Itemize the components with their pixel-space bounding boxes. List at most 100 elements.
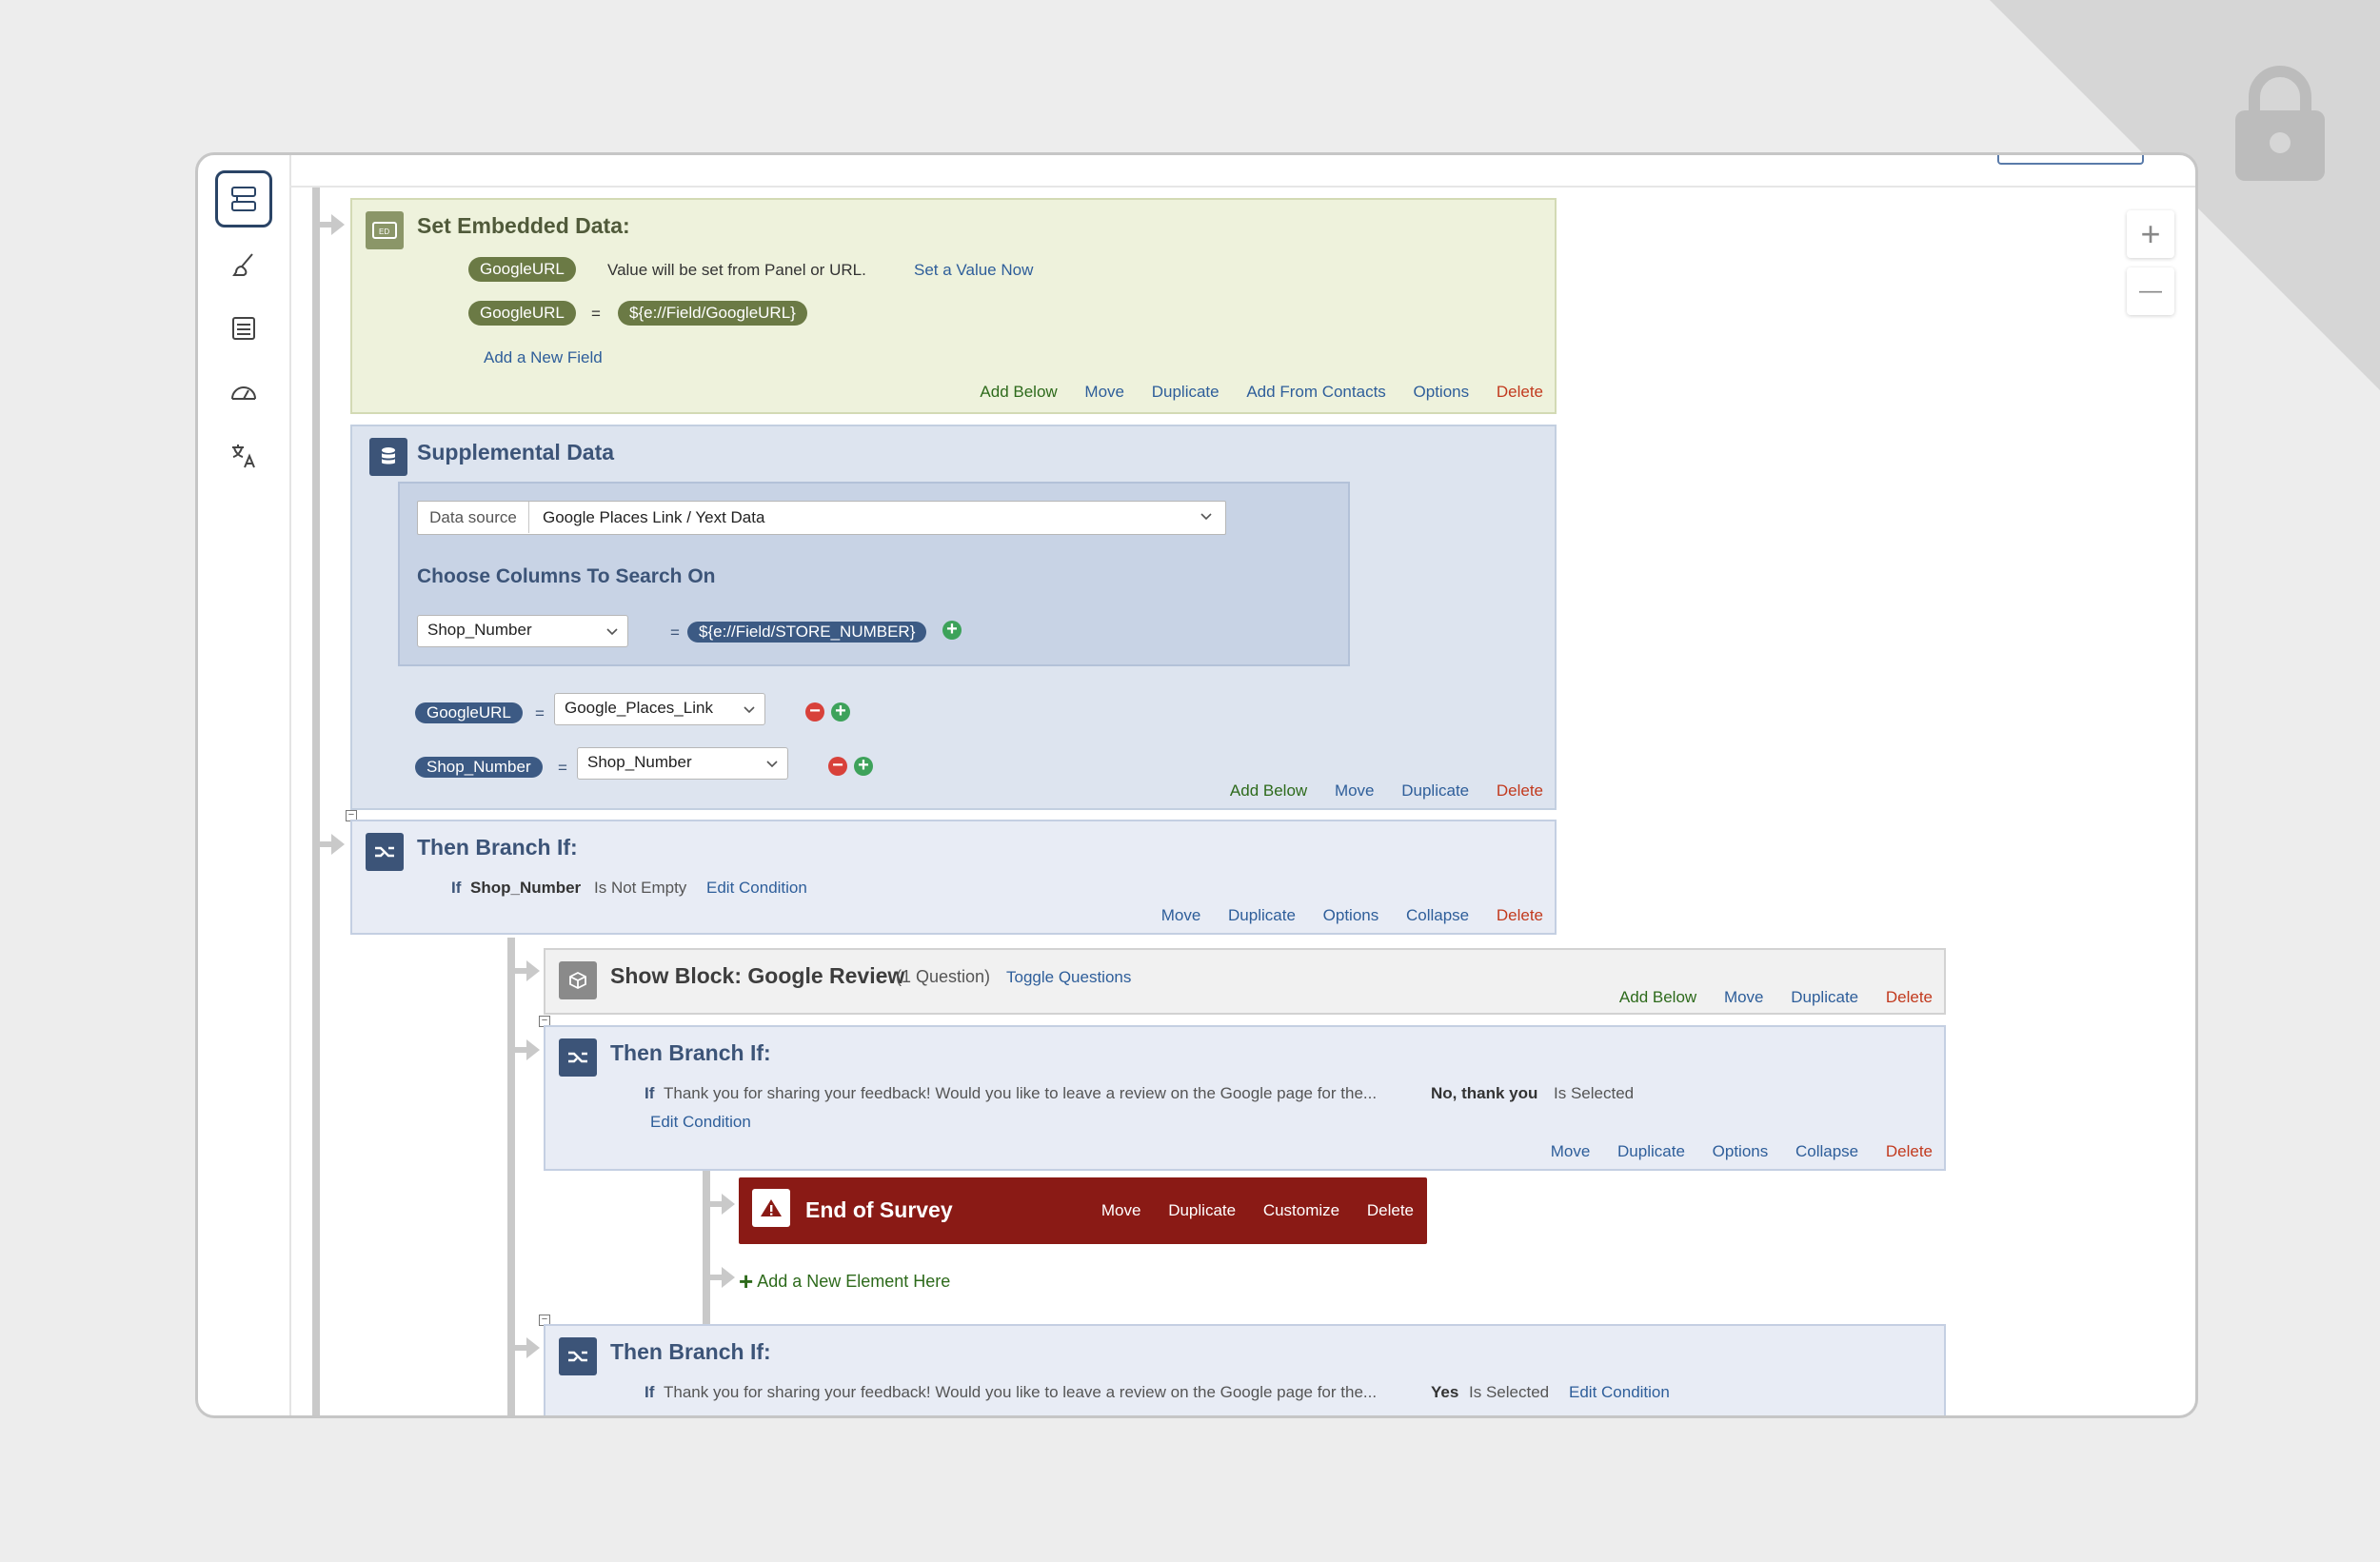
duplicate-button[interactable]: Duplicate [1617, 1142, 1685, 1160]
branch-icon [559, 1337, 597, 1375]
options-icon[interactable] [215, 300, 272, 357]
edit-condition-link[interactable]: Edit Condition [1569, 1383, 1670, 1402]
embedded-data-title: Set Embedded Data: [417, 213, 630, 238]
zoom-out-button[interactable]: — [2127, 267, 2174, 315]
search-column-select[interactable]: Shop_Number [417, 615, 628, 647]
condition-if: If [645, 1084, 655, 1102]
edit-condition-link[interactable]: Edit Condition [650, 1113, 751, 1132]
branch-block: Then Branch If: If Thank you for sharing… [544, 1324, 1946, 1415]
zoom-out-icon: — [2139, 278, 2162, 304]
flow-arrow-icon [722, 1194, 735, 1215]
edit-condition-link[interactable]: Edit Condition [706, 879, 807, 898]
mapping-column-select[interactable]: Shop_Number [577, 747, 788, 780]
flow-connector [320, 841, 331, 847]
branch-actions: Move Duplicate Options Collapse Delete [1139, 906, 1543, 925]
brush-icon[interactable] [215, 236, 272, 293]
chevron-down-icon [744, 706, 755, 714]
show-block-title: Show Block: Google Review [610, 963, 905, 988]
branch-title: Then Branch If: [610, 1339, 771, 1364]
chevron-down-icon [766, 761, 778, 768]
field-value-pill[interactable]: ${e://Field/GoogleURL} [618, 301, 807, 326]
condition-choice: No, thank you [1431, 1084, 1538, 1102]
show-block: Show Block: Google Review (1 Question) T… [544, 948, 1946, 1015]
move-button[interactable]: Move [1084, 383, 1124, 401]
move-button[interactable]: Move [1551, 1142, 1591, 1160]
branch-title: Then Branch If: [610, 1040, 771, 1065]
add-mapping-icon[interactable]: + [854, 756, 873, 776]
survey-flow-window: + — ED Set Embedded Data: GoogleURL Valu… [195, 152, 2198, 1418]
embedded-data-icon: ED [366, 211, 404, 249]
branch-title: Then Branch If: [417, 835, 578, 860]
flow-arrow-icon [331, 214, 345, 235]
gauge-icon[interactable] [215, 364, 272, 421]
survey-flow-icon[interactable] [215, 170, 272, 227]
options-button[interactable]: Options [1713, 1142, 1769, 1160]
branch-block: Then Branch If: If Shop_Number Is Not Em… [350, 820, 1557, 935]
search-value-pill[interactable]: ${e://Field/STORE_NUMBER} [687, 622, 927, 643]
condition-choice: Yes [1431, 1383, 1459, 1401]
add-below-button[interactable]: Add Below [980, 383, 1057, 401]
add-from-contacts-button[interactable]: Add From Contacts [1246, 383, 1385, 401]
move-button[interactable]: Move [1335, 781, 1375, 800]
add-new-field-link[interactable]: Add a New Field [484, 348, 603, 367]
duplicate-button[interactable]: Duplicate [1228, 906, 1296, 924]
condition-operator: Is Selected [1469, 1383, 1550, 1401]
chevron-down-icon [606, 628, 618, 636]
flow-connector [515, 1047, 526, 1053]
plus-icon: + [739, 1267, 754, 1295]
condition-field: Shop_Number [470, 879, 582, 897]
delete-button[interactable]: Delete [1886, 988, 1933, 1006]
data-source-value: Google Places Link / Yext Data [543, 508, 765, 526]
add-column-icon[interactable]: + [942, 620, 962, 640]
add-mapping-icon[interactable]: + [831, 702, 850, 722]
delete-button[interactable]: Delete [1497, 383, 1543, 401]
collapse-button[interactable]: Collapse [1406, 906, 1469, 924]
remove-mapping-icon[interactable]: − [805, 702, 824, 722]
add-below-button[interactable]: Add Below [1619, 988, 1696, 1006]
branch-block: Then Branch If: If Thank you for sharing… [544, 1025, 1946, 1171]
mapping-column-value: Shop_Number [587, 753, 692, 771]
mapping-column-value: Google_Places_Link [565, 699, 713, 717]
duplicate-button[interactable]: Duplicate [1168, 1201, 1236, 1219]
flow-line-branch [507, 938, 515, 1415]
field-pill[interactable]: GoogleURL [468, 301, 576, 326]
duplicate-button[interactable]: Duplicate [1401, 781, 1469, 800]
move-button[interactable]: Move [1101, 1201, 1141, 1219]
zoom-in-icon: + [2140, 214, 2161, 253]
flow-connector [320, 222, 331, 227]
move-button[interactable]: Move [1161, 906, 1201, 924]
branch-icon [366, 833, 404, 871]
duplicate-button[interactable]: Duplicate [1791, 988, 1858, 1006]
field-pill[interactable]: GoogleURL [468, 257, 576, 282]
collapse-button[interactable]: Collapse [1795, 1142, 1858, 1160]
zoom-in-button[interactable]: + [2127, 210, 2174, 258]
mapping-column-select[interactable]: Google_Places_Link [554, 693, 765, 725]
field-pill[interactable]: Shop_Number [415, 757, 543, 778]
top-button[interactable] [1997, 155, 2144, 165]
toggle-questions-link[interactable]: Toggle Questions [1006, 968, 1131, 987]
field-description: Value will be set from Panel or URL. [607, 261, 866, 279]
options-button[interactable]: Options [1323, 906, 1379, 924]
remove-mapping-icon[interactable]: − [828, 756, 847, 776]
flow-connector [515, 968, 526, 974]
data-source-select[interactable]: Data source Google Places Link / Yext Da… [417, 501, 1226, 535]
add-element-link[interactable]: + Add a New Element Here [739, 1267, 950, 1296]
delete-button[interactable]: Delete [1497, 906, 1543, 924]
field-pill[interactable]: GoogleURL [415, 702, 523, 723]
flow-arrow-icon [331, 834, 345, 855]
delete-button[interactable]: Delete [1367, 1201, 1414, 1219]
duplicate-button[interactable]: Duplicate [1152, 383, 1220, 401]
translate-icon[interactable] [215, 427, 272, 484]
supplemental-data-title: Supplemental Data [417, 440, 615, 465]
move-button[interactable]: Move [1724, 988, 1764, 1006]
add-below-button[interactable]: Add Below [1230, 781, 1307, 800]
equals-sign: = [535, 704, 545, 722]
set-value-now-link[interactable]: Set a Value Now [914, 261, 1033, 280]
customize-button[interactable]: Customize [1263, 1201, 1339, 1219]
flow-arrow-icon [526, 1039, 540, 1060]
delete-button[interactable]: Delete [1886, 1142, 1933, 1160]
condition-if: If [645, 1383, 655, 1401]
question-count: (1 Question) [896, 967, 991, 986]
options-button[interactable]: Options [1414, 383, 1470, 401]
delete-button[interactable]: Delete [1497, 781, 1543, 800]
